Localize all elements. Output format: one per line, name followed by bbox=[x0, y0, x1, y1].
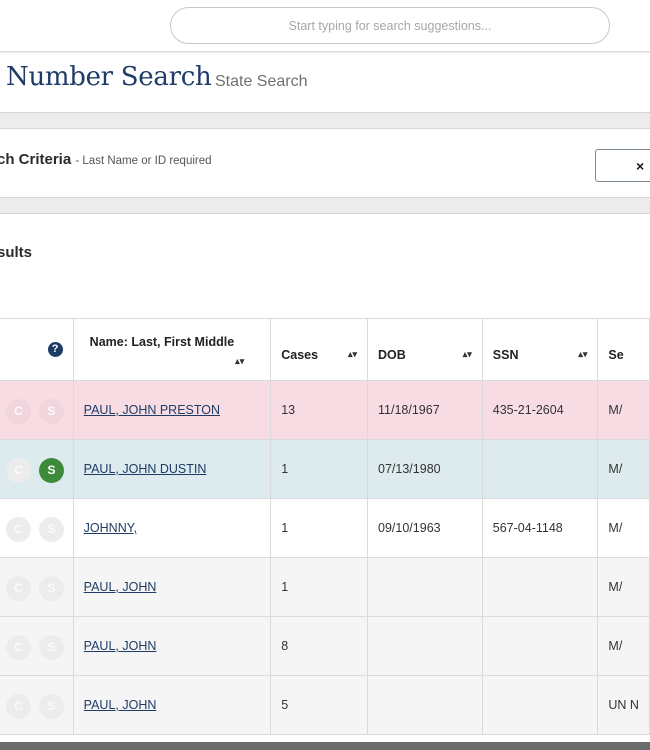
table-row[interactable]: C S PAUL, JOHN DUSTIN 1 07/13/1980 M/ bbox=[0, 439, 650, 499]
bottom-edge bbox=[0, 742, 650, 750]
person-name-link[interactable]: PAUL, JOHN bbox=[84, 639, 157, 653]
c-badge-icon: C bbox=[6, 635, 31, 660]
c-badge-icon: C bbox=[6, 399, 31, 424]
sex-cell: M/ bbox=[597, 616, 650, 676]
column-header-dob-label: DOB bbox=[378, 347, 406, 362]
dob-cell: 09/10/1963 bbox=[367, 498, 483, 558]
search-input[interactable]: Start typing for search suggestions... bbox=[170, 7, 610, 44]
cases-cell: 8 bbox=[270, 616, 369, 676]
badge-cell: C S bbox=[0, 557, 74, 617]
table-row[interactable]: C S PAUL, JOHN 1 M/ bbox=[0, 557, 650, 617]
column-header-sex-label: Se bbox=[608, 347, 624, 362]
cases-cell: 1 bbox=[270, 498, 369, 558]
column-header-dob[interactable]: DOB ▴▾ bbox=[367, 318, 483, 381]
sex-cell: M/ bbox=[597, 439, 650, 499]
name-cell: JOHNNY, bbox=[73, 498, 272, 558]
dob-cell bbox=[367, 557, 483, 617]
dob-cell: 07/13/1980 bbox=[367, 439, 483, 499]
name-cell: PAUL, JOHN bbox=[73, 557, 272, 617]
name-cell: PAUL, JOHN PRESTON bbox=[73, 380, 272, 440]
ssn-cell bbox=[482, 439, 599, 499]
badge-column-header: ? bbox=[0, 318, 74, 381]
ssn-cell bbox=[482, 675, 599, 735]
column-header-cases-label: Cases bbox=[281, 347, 319, 362]
page-subtitle-link[interactable]: State Search bbox=[215, 73, 308, 91]
table-header-row: ? Name: Last, First Middle ▴▾ Cases ▴▾ DO… bbox=[0, 318, 650, 381]
dob-cell bbox=[367, 675, 483, 735]
s-badge-icon: S bbox=[39, 576, 64, 601]
column-header-sex[interactable]: Se bbox=[597, 318, 650, 381]
page-title: Number Search bbox=[6, 62, 212, 92]
criteria-heading[interactable]: ch Criteria - Last Name or ID required bbox=[0, 151, 212, 168]
column-header-cases[interactable]: Cases ▴▾ bbox=[270, 318, 369, 381]
badge-cell: C S bbox=[0, 616, 74, 676]
sort-icon: ▴▾ bbox=[578, 349, 588, 359]
table-row[interactable]: C S PAUL, JOHN 5 UN N bbox=[0, 675, 650, 735]
person-name-link[interactable]: PAUL, JOHN bbox=[84, 698, 157, 712]
c-badge-icon: C bbox=[6, 576, 31, 601]
badge-cell: C S bbox=[0, 380, 74, 440]
table-row[interactable]: C S JOHNNY, 1 09/10/1963 567-04-1148 M/ bbox=[0, 498, 650, 558]
s-badge-icon: S bbox=[39, 517, 64, 542]
person-name-link[interactable]: PAUL, JOHN DUSTIN bbox=[84, 462, 207, 476]
c-badge-icon: C bbox=[6, 458, 31, 483]
sort-icon: ▴▾ bbox=[462, 349, 472, 359]
ssn-cell bbox=[482, 616, 599, 676]
person-name-link[interactable]: JOHNNY, bbox=[84, 521, 137, 535]
criteria-note: - Last Name or ID required bbox=[75, 155, 212, 167]
sex-cell: M/ bbox=[597, 380, 650, 440]
column-header-ssn-label: SSN bbox=[492, 347, 519, 362]
table-row[interactable]: C S PAUL, JOHN 8 M/ bbox=[0, 616, 650, 676]
cases-cell: 1 bbox=[270, 557, 369, 617]
column-header-name-label: Name: Last, First Middle bbox=[89, 335, 235, 349]
results-heading: sults bbox=[0, 244, 33, 261]
person-name-link[interactable]: PAUL, JOHN PRESTON bbox=[84, 403, 220, 417]
criteria-title: ch Criteria bbox=[0, 151, 72, 168]
c-badge-icon: C bbox=[6, 694, 31, 719]
s-badge-icon: S bbox=[39, 635, 64, 660]
sex-cell: M/ bbox=[597, 557, 650, 617]
title-bar: Number Search State Search bbox=[0, 53, 650, 113]
help-icon[interactable]: ? bbox=[47, 342, 63, 357]
column-header-ssn[interactable]: SSN ▴▾ bbox=[482, 318, 599, 381]
dob-cell bbox=[367, 616, 483, 676]
cases-cell: 13 bbox=[270, 380, 369, 440]
close-icon: × bbox=[636, 157, 645, 174]
ssn-cell: 435-21-2604 bbox=[482, 380, 599, 440]
s-badge-icon: S bbox=[39, 458, 64, 483]
s-badge-icon: S bbox=[39, 694, 64, 719]
results-table: ? Name: Last, First Middle ▴▾ Cases ▴▾ DO… bbox=[0, 318, 650, 735]
name-cell: PAUL, JOHN bbox=[73, 616, 272, 676]
s-badge-icon: S bbox=[39, 399, 64, 424]
cases-cell: 5 bbox=[270, 675, 369, 735]
ssn-cell bbox=[482, 557, 599, 617]
sex-cell: UN N bbox=[597, 675, 650, 735]
badge-cell: C S bbox=[0, 498, 74, 558]
c-badge-icon: C bbox=[6, 517, 31, 542]
table-row[interactable]: C S PAUL, JOHN PRESTON 13 11/18/1967 435… bbox=[0, 380, 650, 440]
column-header-name[interactable]: Name: Last, First Middle ▴▾ bbox=[73, 318, 272, 381]
clear-criteria-button[interactable]: × bbox=[595, 149, 650, 182]
dob-cell: 11/18/1967 bbox=[367, 380, 483, 440]
ssn-cell: 567-04-1148 bbox=[482, 498, 599, 558]
sort-icon: ▴▾ bbox=[235, 356, 245, 366]
sex-cell: M/ bbox=[597, 498, 650, 558]
person-name-link[interactable]: PAUL, JOHN bbox=[84, 580, 157, 594]
cases-cell: 1 bbox=[270, 439, 369, 499]
badge-cell: C S bbox=[0, 675, 74, 735]
name-cell: PAUL, JOHN bbox=[73, 675, 272, 735]
top-bar: Start typing for search suggestions... bbox=[0, 0, 650, 52]
search-criteria-panel: ch Criteria - Last Name or ID required × bbox=[0, 128, 650, 198]
results-panel: sults ? Name: Last, First Middle ▴▾ Case… bbox=[0, 213, 650, 750]
sort-icon: ▴▾ bbox=[347, 349, 358, 359]
badge-cell: C S bbox=[0, 439, 74, 499]
name-cell: PAUL, JOHN DUSTIN bbox=[73, 439, 272, 499]
